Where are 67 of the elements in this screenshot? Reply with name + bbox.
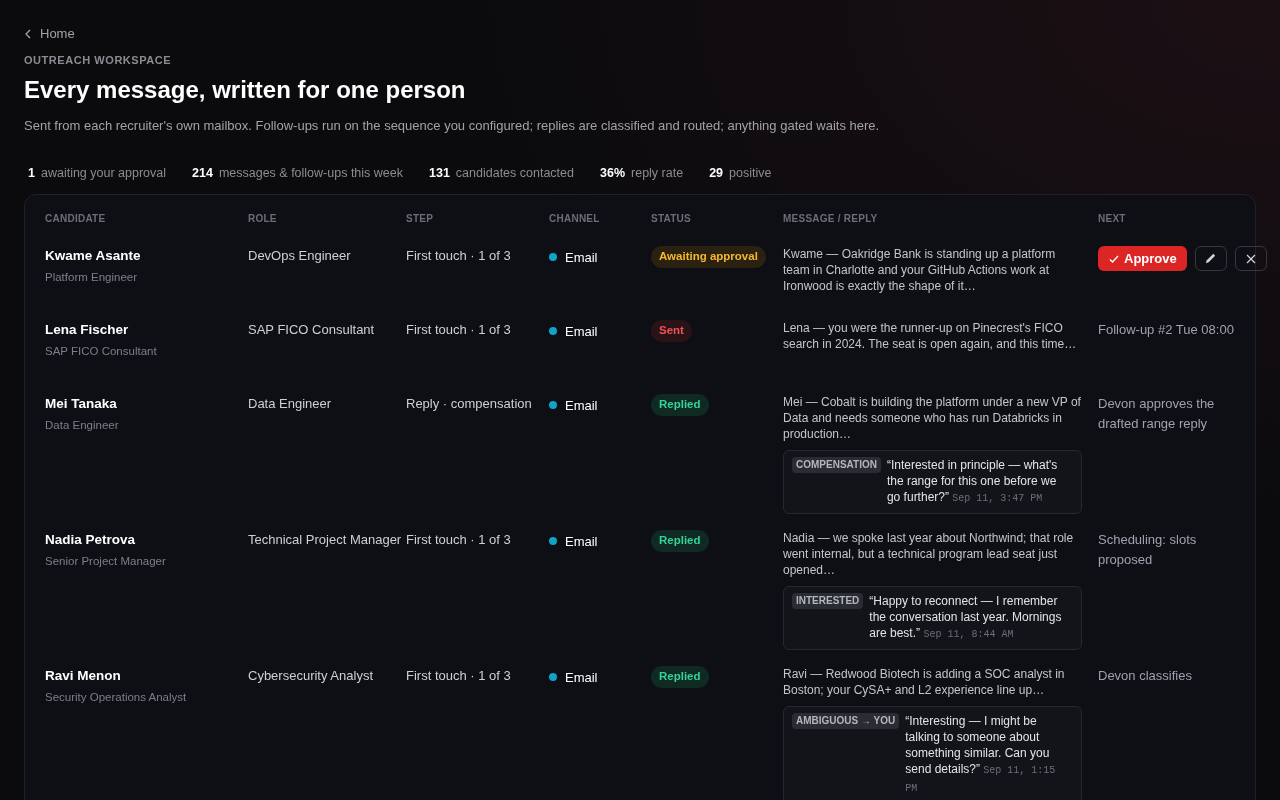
next-step: Devon classifies [1098, 668, 1192, 684]
candidate-name: Lena Fischer [45, 321, 129, 340]
step-text: First touch · 1 of 3 [406, 322, 511, 338]
eyebrow: OUTREACH WORKSPACE [24, 52, 173, 68]
reply-quote: “Interesting — I might be talking to someone about something similar. Can you send details?” Sep 11, 1:15 PM [905, 713, 1057, 797]
column-header: STEP [406, 212, 435, 227]
channel-text: Email [565, 323, 598, 342]
stat-value: 1 [28, 164, 35, 182]
next-step: Follow-up #2 Tue 08:00 [1098, 322, 1234, 338]
home-link[interactable]: Home [24, 24, 1256, 44]
reply-quote: “Interested in principle — what's the range for this one before we go further?” Sep 11, 3:47 PM [886, 457, 1059, 507]
column-header: STATUS [651, 212, 692, 227]
message-preview: Mei — Cobalt is building the platform under a new VP of Data and needs someone who has run Databricks in production… [783, 394, 1082, 443]
reply-tag: COMPENSATION [792, 457, 881, 474]
stat-label: awaiting your approval [40, 164, 167, 182]
stat-value: 29 [709, 164, 724, 182]
channel-text: Email [565, 533, 598, 552]
status-badge: Replied [651, 666, 709, 688]
column-header: CHANNEL [549, 212, 601, 227]
message-preview: Ravi — Redwood Biotech is adding a SOC analyst in Boston; your CySA+ and L2 experience line up… [783, 666, 1066, 699]
role-text: Cybersecurity Analyst [248, 668, 373, 684]
column-header: MESSAGE / REPLY [783, 212, 879, 227]
stat-label: positive [729, 164, 772, 182]
role-text: Technical Project Manager [248, 532, 402, 548]
candidate-name: Mei Tanaka [45, 395, 117, 414]
channel-text: Email [565, 249, 598, 268]
candidate-title: Security Operations Analyst [45, 689, 187, 705]
column-header: CANDIDATE [45, 212, 107, 227]
role-text: SAP FICO Consultant [248, 322, 375, 338]
message-preview: Kwame — Oakridge Bank is standing up a platform team in Charlotte and your GitHub Actions work at Ironwood is exactly the shape of it… [783, 246, 1057, 295]
next-step: Devon approves the drafted range reply [1098, 396, 1215, 431]
candidate-title: Senior Project Manager [45, 553, 166, 569]
reply-tag: AMBIGUOUS → YOU [792, 713, 900, 730]
candidate-name: Ravi Menon [45, 667, 121, 686]
stat-value: 131 [429, 164, 450, 182]
stat-value: 214 [192, 164, 213, 182]
message-preview: Lena — you were the runner-up on Pinecrest's FICO search in 2024. The seat is open again, and this time… [783, 320, 1078, 353]
page-title: Every message, written for one person [24, 75, 467, 105]
candidate-name: Nadia Petrova [45, 531, 136, 550]
stat-label: candidates contacted [455, 164, 574, 182]
status-badge: Awaiting approval [651, 246, 766, 268]
candidate-name: Kwame Asante [45, 247, 141, 266]
stat-value: 36% [600, 164, 626, 182]
status-badge: Replied [651, 394, 709, 416]
step-text: First touch · 1 of 3 [406, 248, 511, 264]
role-text: Data Engineer [248, 396, 332, 412]
step-text: First touch · 1 of 3 [406, 532, 511, 548]
message-preview: Nadia — we spoke last year about Northwind; that role went internal, but a technical program lead seat just opened… [783, 530, 1075, 579]
step-text: Reply · compensation [406, 396, 532, 412]
page-subtitle: Sent from each recruiter's own mailbox. Follow-ups run on the sequence you configured; replies are classified and routed; anything gated waits here. [24, 117, 881, 135]
approve-button[interactable]: Approve [1098, 246, 1187, 272]
channel-text: Email [565, 397, 598, 416]
candidate-title: Data Engineer [45, 417, 119, 433]
role-text: DevOps Engineer [248, 248, 351, 264]
candidate-title: SAP FICO Consultant [45, 343, 157, 359]
column-header: NEXT [1098, 212, 1127, 227]
channel-text: Email [565, 669, 598, 688]
reply-tag: INTERESTED [792, 593, 864, 610]
status-badge: Replied [651, 530, 709, 552]
candidate-title: Platform Engineer [45, 269, 138, 285]
step-text: First touch · 1 of 3 [406, 668, 511, 684]
reply-quote: “Happy to reconnect — I remember the conversation last year. Mornings are best.” Sep 11, 8:44 AM [869, 593, 1063, 643]
stat-label: messages & follow-ups this week [218, 164, 403, 182]
column-header: ROLE [248, 212, 278, 227]
next-step: Scheduling: slots proposed [1098, 532, 1197, 567]
stat-label: reply rate [631, 164, 684, 182]
status-badge: Sent [651, 320, 692, 342]
